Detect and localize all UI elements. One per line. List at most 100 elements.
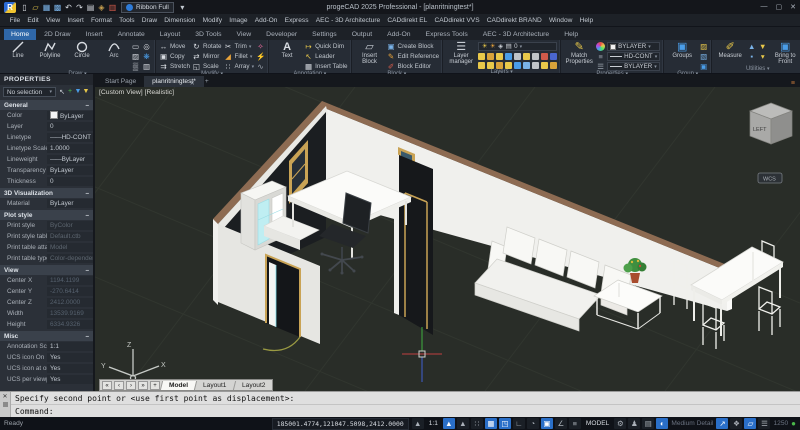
arc-button[interactable]: Arc xyxy=(99,41,129,59)
modify-button[interactable]: ⇄Mirror xyxy=(192,52,222,61)
restore-button[interactable]: ▢ xyxy=(776,3,783,11)
ribbon-tab[interactable]: Express Tools xyxy=(419,29,475,40)
color-wheel-icon[interactable] xyxy=(596,42,605,51)
section-header[interactable]: 3D Visualization– xyxy=(0,188,93,198)
status-toggle-icon[interactable]: ▤ xyxy=(642,418,654,429)
circle-button[interactable]: Circle xyxy=(67,41,97,59)
status-toggle-icon[interactable]: ≡ xyxy=(569,418,581,429)
selection-dropdown[interactable]: No selection ▾ xyxy=(3,87,56,97)
ribbon-tab[interactable]: 2D Draw xyxy=(37,29,77,40)
layout-nav-button[interactable]: ‹ xyxy=(114,381,124,390)
layer-tool-icon[interactable] xyxy=(514,62,521,69)
menu-item[interactable]: Edit xyxy=(24,17,43,24)
status-toggle-icon[interactable]: ▲ xyxy=(443,418,455,429)
viewcube[interactable] xyxy=(750,103,792,144)
property-value[interactable]: HD-CONT xyxy=(47,133,93,143)
insert-block-button[interactable]: ▱ Insert Block xyxy=(355,41,385,66)
modify-extra-icon[interactable]: ⚡ xyxy=(256,52,265,61)
modify-extra-icon[interactable]: ✧ xyxy=(256,42,265,51)
lineweight-combo[interactable]: BYLAYER▾ xyxy=(607,62,660,71)
qat-icon[interactable]: ▤ xyxy=(85,2,96,13)
property-value[interactable]: ByLayer xyxy=(47,155,93,165)
panel-label-utilities[interactable]: Utilities xyxy=(746,66,765,72)
minimize-button[interactable]: — xyxy=(761,3,768,11)
linetype-list-icon[interactable]: ≡ xyxy=(596,52,605,61)
ribbon-tab[interactable]: AEC - 3D Architecture xyxy=(476,29,556,40)
new-tab-button[interactable]: + xyxy=(199,76,215,87)
menu-item[interactable]: AEC - 3D Architecture xyxy=(312,17,384,24)
utility-tool-icon[interactable]: ▼ xyxy=(758,42,767,51)
text-button[interactable]: A Text xyxy=(272,41,302,59)
palette-tool-icon[interactable]: + xyxy=(66,88,74,96)
ribbon-tab[interactable]: Settings xyxy=(305,29,344,40)
ribbon-mode-select[interactable]: Ribbon Full xyxy=(121,2,174,13)
ribbon-tab[interactable]: Home xyxy=(4,29,36,40)
coordinates-display[interactable]: 185001.4774,121047.5098,2412.0000 xyxy=(272,418,409,430)
polyline-button[interactable]: Polyline xyxy=(35,41,65,59)
viewport-mode-label[interactable]: [Custom View] [Realistic] xyxy=(99,89,174,96)
menu-item[interactable]: Image xyxy=(226,17,252,24)
palette-tool-icon[interactable]: ↖ xyxy=(58,88,66,96)
annotation-tripod-icon[interactable]: ▲ xyxy=(412,418,424,429)
annotation-button[interactable]: ↖Leader xyxy=(304,52,347,61)
ribbon-tab[interactable]: Insert xyxy=(79,29,110,40)
block-button[interactable]: ✐Block Editor xyxy=(387,62,440,71)
layer-tool-icon[interactable] xyxy=(478,62,485,69)
modify-button[interactable]: ◱Scale xyxy=(192,62,222,71)
ribbon-tab[interactable]: Annotate xyxy=(111,29,152,40)
layer-tool-icon[interactable] xyxy=(550,62,557,69)
property-value[interactable]: 0 xyxy=(47,122,93,132)
draw-tool-icon[interactable]: ◎ xyxy=(142,42,151,51)
property-value[interactable]: 1:1 xyxy=(47,342,93,352)
annotation-button[interactable]: ▦Insert Table xyxy=(304,62,347,71)
close-button[interactable]: ✕ xyxy=(790,3,796,11)
draw-tool-icon[interactable]: ▒ xyxy=(131,62,140,71)
match-properties-button[interactable]: ✎ Match Properties xyxy=(564,41,594,66)
menu-item[interactable]: CADdirekt EL xyxy=(384,17,431,24)
palette-tool-icon[interactable]: ▼ xyxy=(82,88,90,96)
menu-item[interactable]: File xyxy=(6,17,24,24)
ribbon-tab[interactable]: Add-On xyxy=(380,29,417,40)
linetype-combo[interactable]: HD-CONT▾ xyxy=(607,52,660,61)
utility-tool-icon[interactable]: ▲ xyxy=(747,42,756,51)
property-value[interactable]: Yes xyxy=(47,375,93,385)
status-toggle-icon[interactable]: ↗ xyxy=(716,418,728,429)
layout-nav-button[interactable]: » xyxy=(138,381,148,390)
palette-tool-icon[interactable]: ▼ xyxy=(74,88,82,96)
layer-state-icon[interactable]: ◈ xyxy=(497,42,504,51)
dock-icon[interactable] xyxy=(3,402,8,407)
menu-item[interactable]: Help xyxy=(576,17,597,24)
modify-extra-icon[interactable]: ∿ xyxy=(256,62,265,71)
layer-tool-icon[interactable] xyxy=(478,53,485,60)
section-header[interactable]: Misc– xyxy=(0,331,93,341)
block-button[interactable]: ▣Create Block xyxy=(387,42,440,51)
status-toggle-icon[interactable]: ∟ xyxy=(513,418,525,429)
layer-tool-icon[interactable] xyxy=(496,53,503,60)
block-button[interactable]: ✎Edit Reference xyxy=(387,52,440,61)
drawing-canvas[interactable]: Z X Y LEFT xyxy=(95,87,800,391)
property-value[interactable]: 1.0000 xyxy=(47,144,93,154)
modify-button[interactable]: ↔Move xyxy=(159,42,190,51)
layer-tool-icon[interactable] xyxy=(505,53,512,60)
layer-tool-icon[interactable] xyxy=(523,53,530,60)
modify-button[interactable]: ✂Trim▾ xyxy=(224,42,255,51)
collapse-icon[interactable]: – xyxy=(85,267,89,274)
annotation-scale-label[interactable]: 1:1 xyxy=(427,420,440,427)
menu-item[interactable]: Add-On xyxy=(251,17,281,24)
property-value[interactable]: Yes xyxy=(47,364,93,374)
ribbon-tab[interactable]: View xyxy=(230,29,259,40)
property-value[interactable]: Yes xyxy=(47,353,93,363)
property-value[interactable]: ByLayer xyxy=(47,111,93,121)
ribbon-tab[interactable]: Developer xyxy=(259,29,304,40)
layer-manager-button[interactable]: ☰ Layer manager xyxy=(446,41,476,66)
section-header[interactable]: General– xyxy=(0,100,93,110)
qat-icon[interactable]: ▩ xyxy=(52,2,63,13)
ribbon-tab[interactable]: Output xyxy=(345,29,379,40)
menu-item[interactable]: Tools xyxy=(116,17,139,24)
layout-nav-button[interactable]: › xyxy=(126,381,136,390)
status-toggle-icon[interactable]: ∠ xyxy=(555,418,567,429)
group-tool-icon[interactable]: ▣ xyxy=(699,62,708,71)
layer-tool-icon[interactable] xyxy=(487,62,494,69)
status-toggle-icon[interactable]: ◔ xyxy=(527,418,539,429)
menu-item[interactable]: Insert xyxy=(64,17,88,24)
